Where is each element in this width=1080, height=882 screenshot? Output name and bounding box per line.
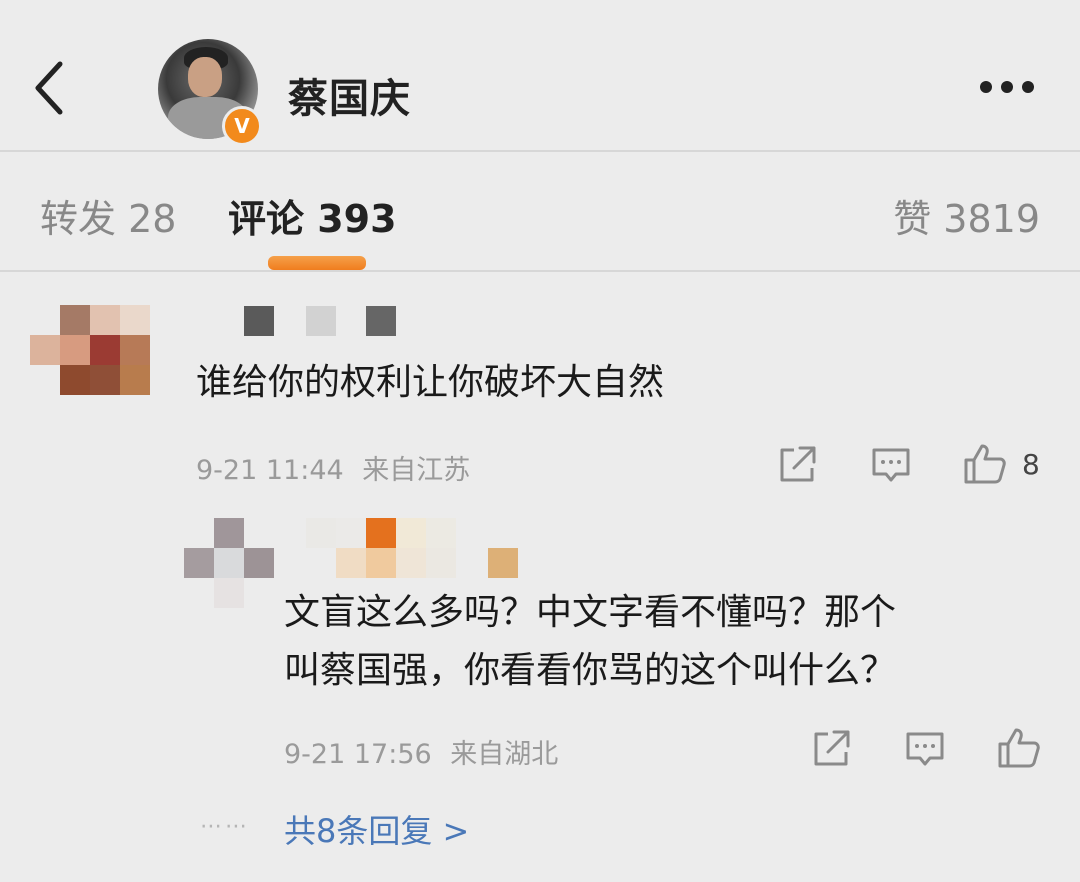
comment-text: 谁给你的权利让你破坏大自然 [196,362,665,403]
reply-timestamp: 9-21 17:56 [284,739,432,770]
replier-username-blurred[interactable] [306,518,546,580]
like-button[interactable] [962,442,1008,490]
comment-timestamp: 9-21 11:44 [196,455,344,486]
tab-likes[interactable]: 赞 3819 [893,188,1040,243]
comment-icon [906,732,944,766]
replier-avatar[interactable] [184,518,274,608]
more-horizontal-icon [980,81,992,93]
like-count: 8 [1022,448,1040,481]
reply-text-line-2: 叫蔡国强，你看看你骂的这个叫什么？ [284,650,897,691]
share-button[interactable] [776,444,818,488]
reply-time: 9-21 17:56 来自湖北 [284,732,558,771]
tab-repost[interactable]: 转发 28 [40,188,176,243]
thumbs-up-icon [998,728,1040,768]
view-all-replies-link[interactable]: 共8条回复 > [284,806,469,852]
reply-text: 文盲这么多吗？中文字看不懂吗？那个 叫蔡国强，你看看你骂的这个叫什么？ [284,584,1044,700]
comment-location: 来自江苏 [362,455,471,486]
active-tab-indicator [268,256,366,270]
comment-icon [872,448,910,482]
chevron-left-icon [35,61,63,115]
tab-comments[interactable]: 评论 393 [228,188,397,243]
share-icon [780,446,816,482]
reply-button[interactable] [870,446,912,490]
header-divider [0,150,1080,152]
reply-thread-dots: ⋯⋯ [200,814,250,839]
share-icon [814,730,850,766]
reply-comment-button[interactable] [904,730,946,774]
more-button[interactable] [980,78,1046,98]
tabs-divider [0,270,1080,272]
commenter-username-blurred[interactable] [244,306,404,336]
profile-name[interactable]: 蔡国庆 [288,66,411,124]
thumbs-up-icon [964,444,1006,484]
reply-share-button[interactable] [810,728,852,772]
verified-badge-icon: V [222,106,262,146]
reply-like-button[interactable] [996,726,1042,774]
reply-location: 来自湖北 [450,739,559,770]
commenter-avatar[interactable] [30,305,150,395]
comment-time: 9-21 11:44 来自江苏 [196,448,470,487]
back-button[interactable] [28,58,72,118]
reply-text-line-1: 文盲这么多吗？中文字看不懂吗？那个 [284,592,897,633]
